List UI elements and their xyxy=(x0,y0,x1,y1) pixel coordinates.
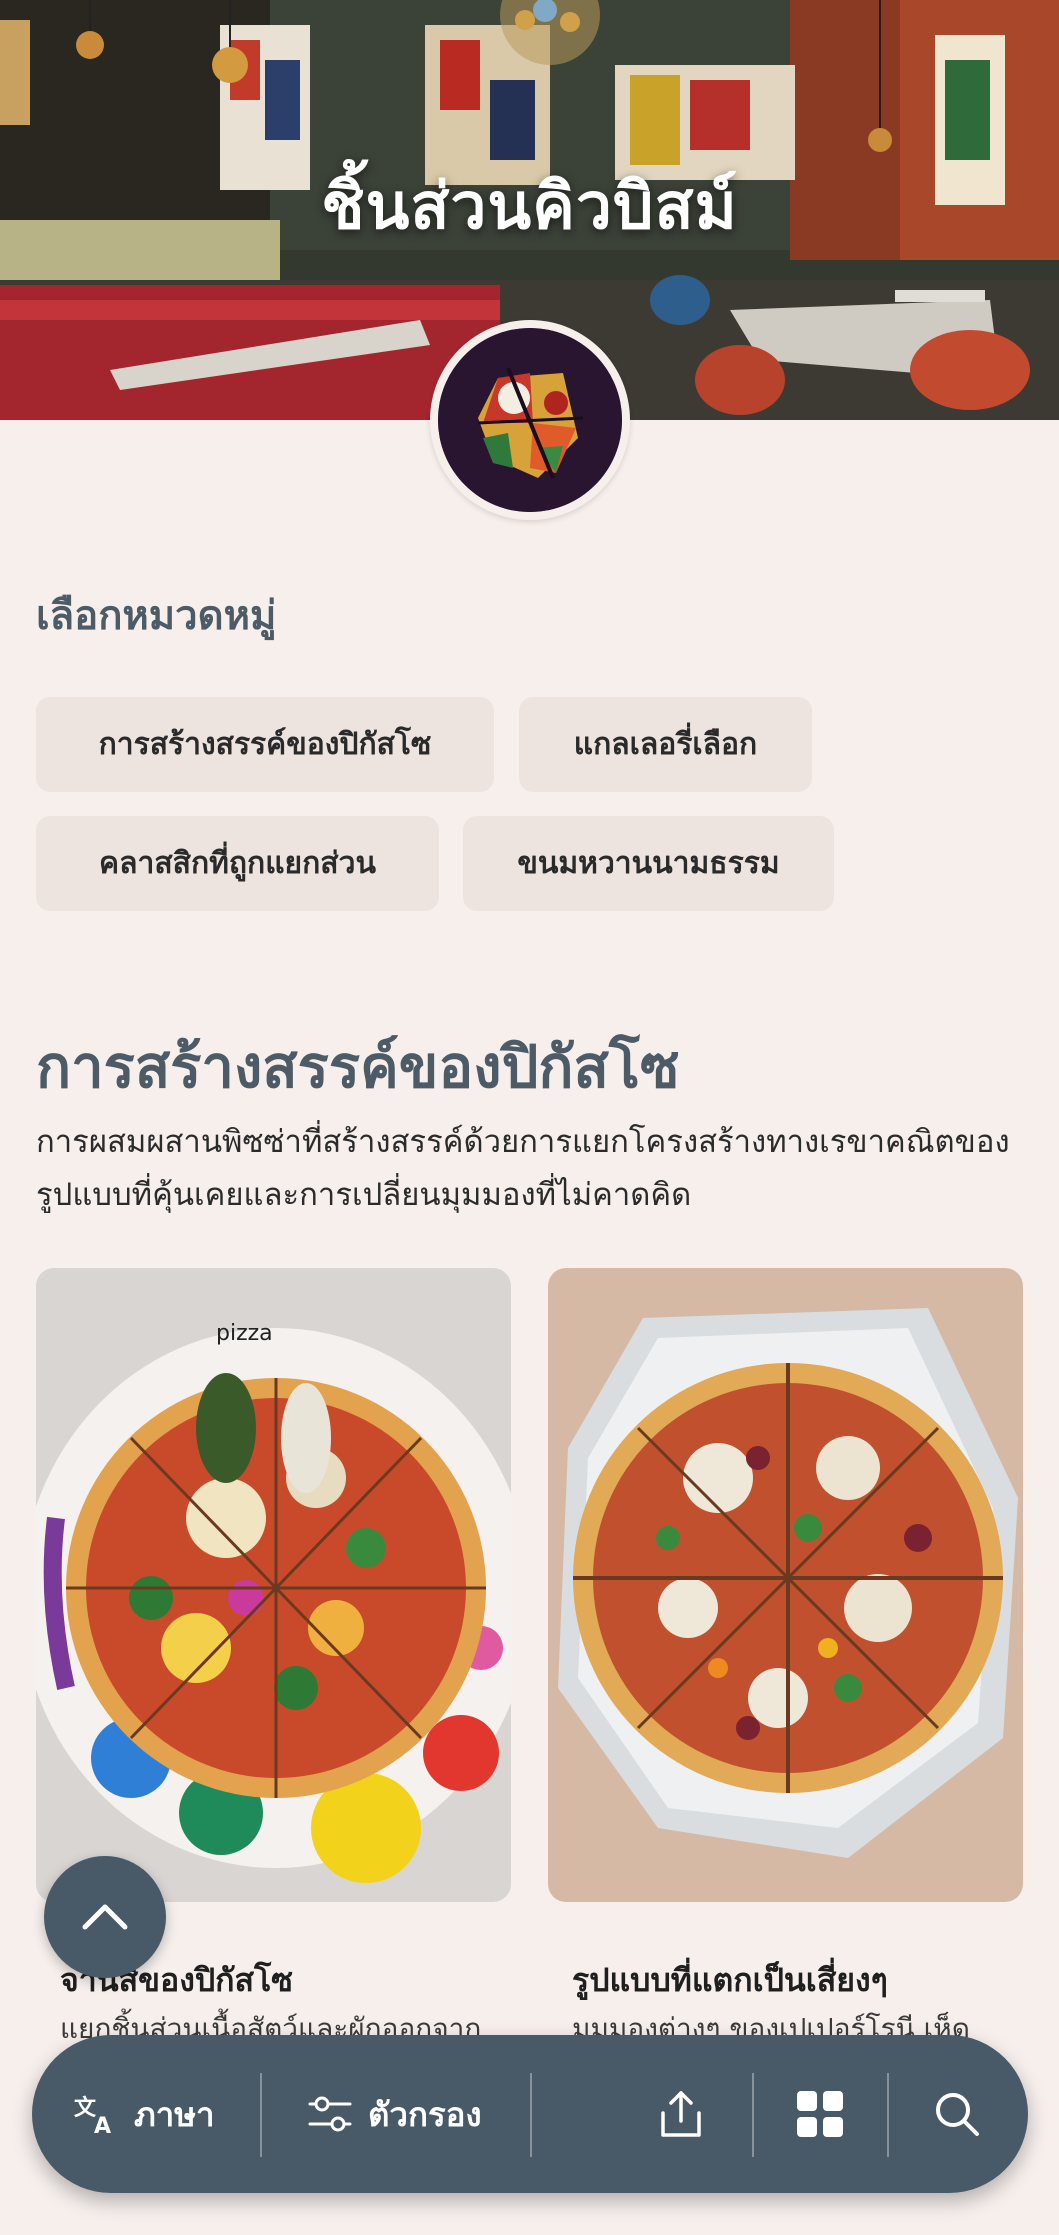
bottom-toolbar: 文 A ภาษา ตัวกรอง xyxy=(32,2035,1028,2193)
card-image-fragmented[interactable] xyxy=(548,1268,1023,1902)
category-chip-gallery[interactable]: แกลเลอรี่เลือก xyxy=(519,697,812,792)
language-button[interactable]: 文 A ภาษา xyxy=(74,2035,215,2193)
filter-label: ตัวกรอง xyxy=(368,2094,482,2134)
grid-icon xyxy=(797,2091,843,2137)
share-icon xyxy=(661,2091,701,2137)
category-heading: เลือกหมวดหมู่ xyxy=(36,593,277,639)
toolbar-divider xyxy=(752,2073,754,2157)
section-description: การผสมผสานพิซซ่าที่สร้างสรรค์ด้วยการแยกโ… xyxy=(36,1124,1010,1213)
scroll-to-top-button[interactable] xyxy=(44,1856,166,1978)
toolbar-divider xyxy=(887,2073,889,2157)
toolbar-divider xyxy=(260,2073,262,2157)
grid-view-button[interactable] xyxy=(795,2035,845,2193)
restaurant-logo xyxy=(430,320,630,520)
card-image-palette[interactable]: pizza xyxy=(36,1268,511,1902)
search-button[interactable] xyxy=(933,2035,981,2193)
filter-button[interactable]: ตัวกรอง xyxy=(308,2035,482,2193)
filter-icon xyxy=(308,2096,352,2132)
card-title-fragmented[interactable]: รูปแบบที่แตกเป็นเสี่ยงๆ xyxy=(572,1955,888,2006)
svg-text:A: A xyxy=(94,2114,111,2137)
section-title: การสร้างสรรค์ของปิกัสโซ xyxy=(36,1033,680,1101)
category-chip-abstract-desserts[interactable]: ขนมหวานนามธรรม xyxy=(463,816,834,911)
pizza-palette-image: pizza xyxy=(36,1268,511,1902)
toolbar-divider xyxy=(530,2073,532,2157)
translate-icon: 文 A xyxy=(74,2095,111,2137)
svg-text:pizza: pizza xyxy=(216,1321,273,1346)
page-title: ชิ้นส่วนคิวบิสม์ xyxy=(321,170,738,244)
pizza-box-image xyxy=(548,1268,1023,1902)
search-icon xyxy=(936,2093,979,2136)
category-chip-deconstructed-classics[interactable]: คลาสสิกที่ถูกแยกส่วน xyxy=(36,816,439,911)
category-chip-picasso[interactable]: การสร้างสรรค์ของปิกัสโซ xyxy=(36,697,494,792)
chevron-up-icon xyxy=(82,1904,128,1930)
language-label: ภาษา xyxy=(134,2094,215,2134)
share-button[interactable] xyxy=(657,2035,705,2193)
cubist-pizza-logo-icon xyxy=(438,328,622,512)
